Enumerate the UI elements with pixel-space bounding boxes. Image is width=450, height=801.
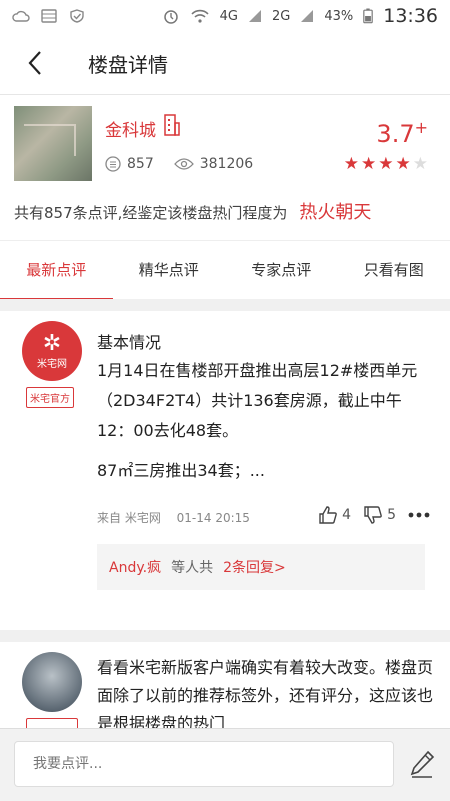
star-icon: ★ [361, 156, 376, 173]
review-item[interactable]: ✲ 米宅网 米宅官方 基本情况 1月14日在售楼部开盘推出高层12#楼西单元（2… [0, 311, 450, 631]
eye-icon [174, 157, 194, 171]
building-icon [164, 114, 180, 136]
review-body: 1月14日在售楼部开盘推出高层12#楼西单元（2D34F2T4）共计136套房源… [97, 356, 432, 446]
divider [0, 299, 450, 311]
cloud-icon [12, 9, 30, 23]
logo-icon: ✲ [43, 333, 61, 355]
tab-latest[interactable]: 最新点评 [0, 241, 113, 299]
star-icon: ★ [413, 156, 428, 173]
status-bar: 4G 2G 43% 13:36 [0, 0, 450, 32]
avatar[interactable]: ✲ 米宅网 [22, 321, 82, 381]
storage-icon [40, 9, 58, 23]
star-icon: ★ [344, 156, 359, 173]
alarm-icon [162, 8, 180, 24]
property-summary[interactable]: 金科城 857 381206 3.7+ ★★★★★ [0, 94, 450, 186]
reply-user[interactable]: Andy.疯 [109, 557, 161, 577]
divider [0, 630, 450, 642]
review-tabs: 最新点评 精华点评 专家点评 只看有图 [0, 240, 450, 300]
reply-count-link[interactable]: 2条回复> [223, 557, 286, 577]
network-type-label-2: 2G [272, 9, 290, 24]
app-header: 楼盘详情 [0, 32, 450, 95]
rating-stars: ★★★★★ [344, 156, 428, 173]
score-suffix: + [415, 118, 428, 137]
comment-list-icon [105, 156, 121, 172]
star-icon: ★ [396, 156, 411, 173]
like-count: 4 [342, 507, 351, 523]
signal-icon [300, 9, 314, 23]
review-body: 看看米宅新版客户端确实有着较大改变。楼盘页面除了以前的推荐标签外，还有评分，这应… [97, 654, 437, 738]
property-thumbnail[interactable] [14, 106, 92, 181]
heat-level: 热火朝天 [299, 198, 371, 224]
score-value: 3.7 [376, 120, 414, 148]
comment-input[interactable] [14, 741, 394, 787]
avatar[interactable] [22, 652, 82, 712]
network-type-label: 4G [220, 9, 238, 24]
comment-count: 857 [127, 156, 154, 172]
tab-expert[interactable]: 专家点评 [225, 241, 338, 299]
review-date: 01-14 20:15 [177, 511, 250, 525]
battery-icon [363, 8, 373, 24]
pen-icon[interactable] [408, 749, 436, 779]
heat-summary: 共有857条点评,经鉴定该楼盘热门程度为 热火朝天 [14, 198, 371, 224]
dislike-button[interactable]: 5 [363, 505, 396, 525]
reply-summary-text: 等人共 [171, 557, 213, 577]
review-meta: 来自 米宅网 01-14 20:15 [97, 509, 250, 526]
more-dots-icon [408, 512, 430, 518]
property-score: 3.7+ [376, 118, 428, 148]
back-arrow-icon [28, 50, 42, 76]
page-title: 楼盘详情 [88, 49, 168, 78]
clock: 13:36 [383, 5, 438, 27]
back-button[interactable] [0, 32, 70, 94]
more-options-button[interactable] [408, 512, 430, 518]
view-count: 381206 [200, 156, 253, 172]
official-badge: 米宅官方 [26, 387, 74, 408]
thumbs-down-icon [363, 505, 383, 525]
review-title: 基本情况 [97, 329, 161, 353]
review-source: 来自 米宅网 [97, 511, 161, 525]
wifi-icon [190, 8, 210, 24]
dislike-count: 5 [387, 507, 396, 523]
heat-text: 共有857条点评,经鉴定该楼盘热门程度为 [14, 202, 287, 223]
avatar-label: 米宅网 [37, 355, 67, 370]
comment-bar [0, 728, 450, 801]
review-body-more: 87㎡三房推出34套；... [97, 457, 265, 481]
property-stats: 857 381206 [105, 156, 253, 172]
signal-icon [248, 9, 262, 23]
thumbs-up-icon [318, 505, 338, 525]
like-button[interactable]: 4 [318, 505, 351, 525]
reply-summary[interactable]: Andy.疯 等人共 2条回复> [97, 544, 425, 590]
tab-with-images[interactable]: 只看有图 [338, 241, 450, 299]
property-name[interactable]: 金科城 [105, 116, 156, 141]
tab-featured[interactable]: 精华点评 [113, 241, 226, 299]
review-actions: 4 5 [318, 505, 430, 525]
shield-check-icon [68, 9, 86, 23]
star-icon: ★ [378, 156, 393, 173]
battery-percent: 43% [324, 9, 353, 24]
